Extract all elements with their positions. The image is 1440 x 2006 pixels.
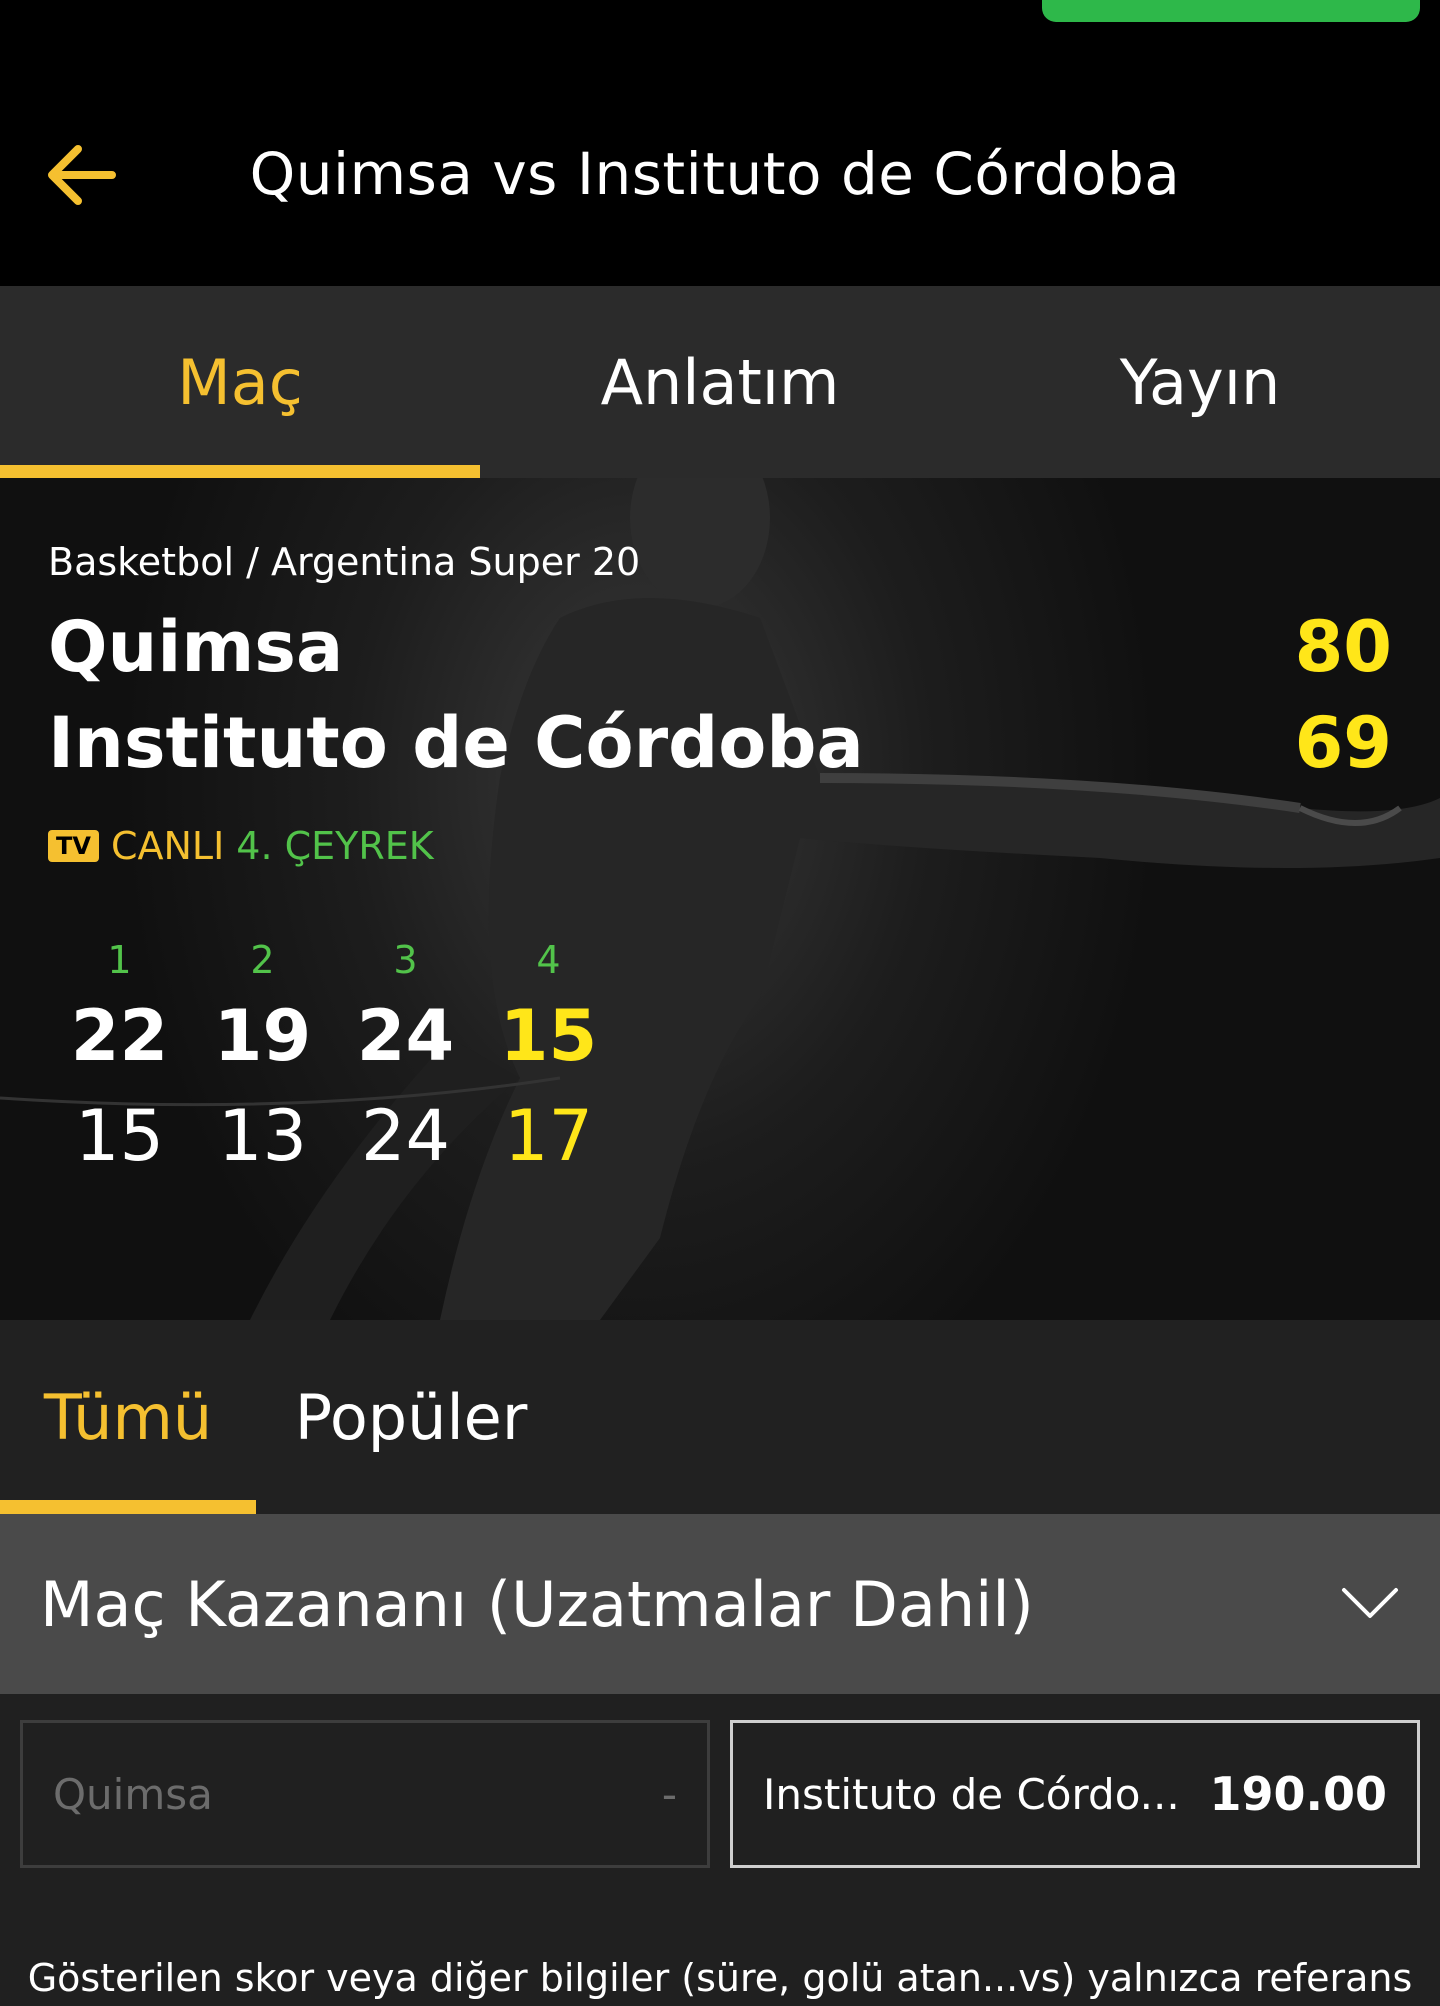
arrow-left-icon — [48, 145, 116, 205]
back-button[interactable] — [40, 135, 120, 215]
odd-outcome-name: Quimsa — [53, 1769, 213, 1819]
quarter-home-score: 19 — [213, 995, 312, 1077]
quarter-away-score: 24 — [360, 1095, 451, 1177]
quarter-home-score: 24 — [356, 995, 455, 1077]
quarter-column: 3 24 24 — [334, 934, 477, 1186]
quarter-column-current: 4 15 17 — [477, 934, 620, 1186]
disclaimer-text: Gösterilen skor veya diğer bilgiler (sür… — [27, 1956, 1413, 2000]
quarter-column: 1 22 15 — [48, 934, 191, 1186]
quarter-label: 4 — [536, 938, 561, 982]
away-team-score: 69 — [1294, 702, 1392, 784]
quarter-away-score: 17 — [503, 1095, 594, 1177]
market-header[interactable]: Maç Kazananı (Uzatmalar Dahil) — [0, 1514, 1440, 1694]
odd-button-home[interactable]: Quimsa - — [20, 1720, 710, 1868]
tab-tumu[interactable]: Tümü — [0, 1320, 256, 1514]
tv-icon: TV — [48, 830, 99, 862]
odd-outcome-name: Instituto de Córdo... — [763, 1769, 1180, 1819]
market-title: Maç Kazananı (Uzatmalar Dahil) — [40, 1567, 1034, 1641]
home-team-row: Quimsa 80 — [48, 606, 1392, 688]
home-team-name: Quimsa — [48, 606, 344, 688]
odd-value: 190.00 — [1209, 1767, 1387, 1821]
quarter-label: 3 — [393, 938, 418, 982]
live-label: CANLI — [110, 824, 225, 868]
quarter-away-score: 13 — [217, 1095, 308, 1177]
market-tabs: Tümü Popüler — [0, 1320, 1440, 1514]
page-title: Quimsa vs Instituto de Córdoba — [249, 140, 1181, 208]
tab-anlatim[interactable]: Anlatım — [480, 286, 960, 478]
top-header: Quimsa vs Instituto de Córdoba — [0, 0, 1440, 286]
quarter-label: 2 — [250, 938, 275, 982]
quarter-column: 2 19 13 — [191, 934, 334, 1186]
tab-populer[interactable]: Popüler — [256, 1320, 566, 1514]
live-status: TV CANLI 4. ÇEYREK — [48, 824, 434, 868]
home-team-score: 80 — [1294, 606, 1392, 688]
quarter-scores: 1 22 15 2 19 13 3 24 24 4 15 17 — [48, 934, 620, 1186]
away-team-row: Instituto de Córdoba 69 — [48, 702, 1392, 784]
odd-button-away[interactable]: Instituto de Córdo... 190.00 — [730, 1720, 1420, 1868]
quarter-home-score: 15 — [499, 995, 598, 1077]
period-label: 4. ÇEYREK — [236, 824, 434, 868]
odd-value: - — [661, 1769, 677, 1819]
quarter-home-score: 22 — [70, 995, 169, 1077]
basketball-player-background — [0, 478, 1440, 1320]
scoreboard: Basketbol / Argentina Super 20 Quimsa 80… — [0, 478, 1440, 1320]
main-tabs: Maç Anlatım Yayın — [0, 286, 1440, 478]
tab-yayin[interactable]: Yayın — [960, 286, 1440, 478]
odds-area: Quimsa - Instituto de Córdo... 190.00 Gö… — [0, 1694, 1440, 2006]
away-team-name: Instituto de Córdoba — [48, 702, 864, 784]
breadcrumb: Basketbol / Argentina Super 20 — [48, 540, 641, 584]
tab-mac[interactable]: Maç — [0, 286, 480, 478]
status-indicator — [1042, 0, 1420, 22]
quarter-label: 1 — [107, 938, 132, 982]
chevron-down-icon — [1342, 1588, 1398, 1618]
quarter-away-score: 15 — [74, 1095, 165, 1177]
